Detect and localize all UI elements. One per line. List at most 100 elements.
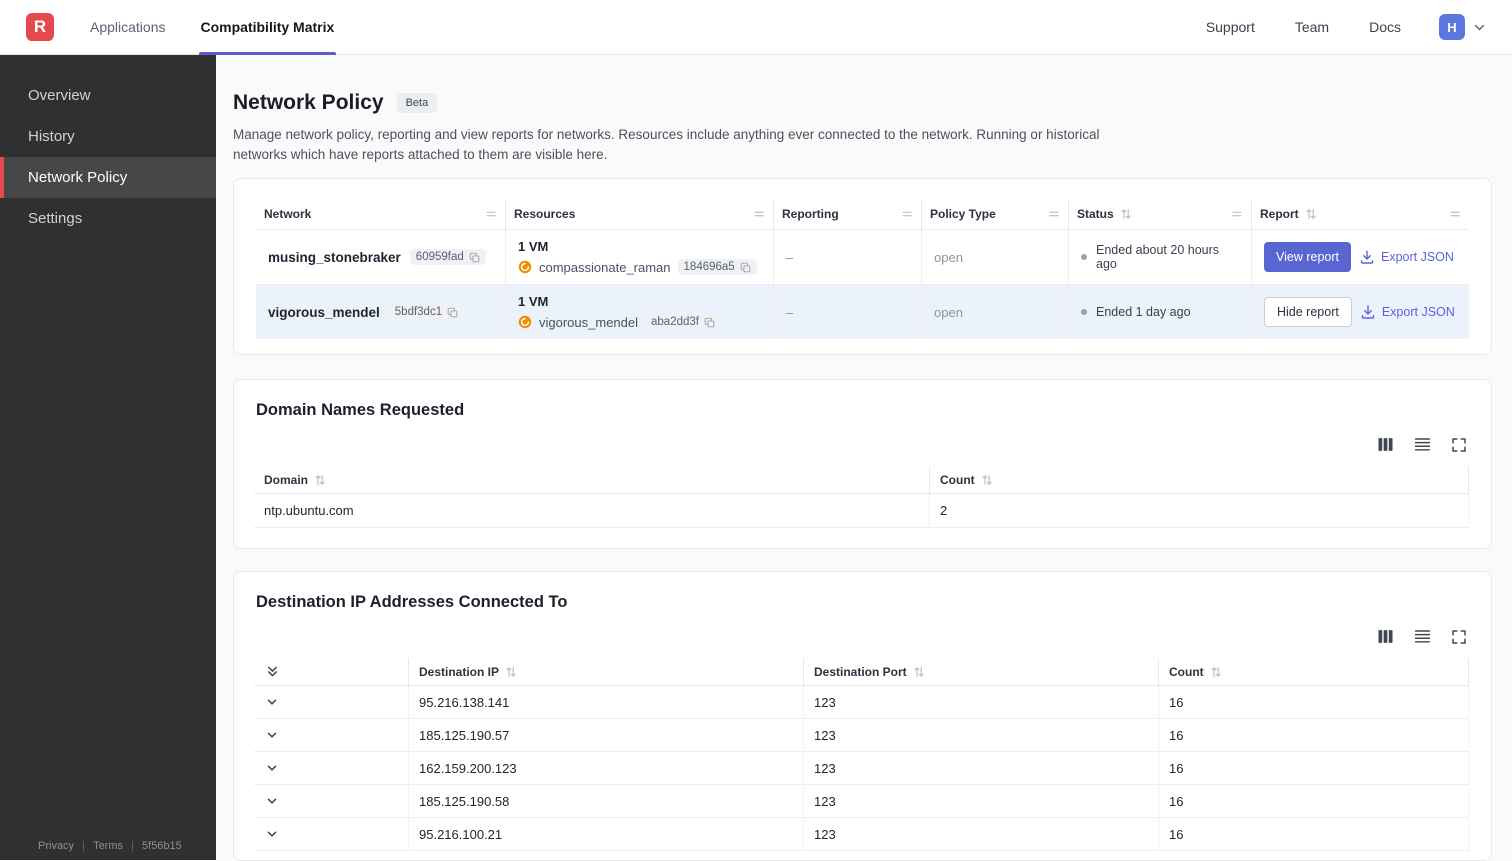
destination-ip-cell: 95.216.100.21 (409, 818, 804, 850)
sort-icon[interactable] (1210, 666, 1222, 678)
status-text: Ended 1 day ago (1096, 305, 1191, 319)
user-menu[interactable]: H (1439, 14, 1486, 40)
sort-icon[interactable] (981, 474, 993, 486)
hide-report-button[interactable]: Hide report (1264, 297, 1352, 327)
row-expand-icon[interactable] (264, 694, 280, 710)
destination-ip-cell: 185.125.190.58 (409, 785, 804, 817)
columns-icon[interactable] (1377, 436, 1394, 453)
view-report-button[interactable]: View report (1264, 242, 1351, 272)
row-expand-icon[interactable] (264, 826, 280, 842)
page-description: Manage network policy, reporting and vie… (233, 125, 1113, 164)
network-id-badge: 5bdf3dc1 (389, 304, 464, 320)
column-header-count[interactable]: Count (930, 466, 1469, 493)
destinations-table-header: Destination IP Destination Port Count (254, 658, 1469, 686)
destination-ips-card: Destination IP Addresses Connected To De… (233, 571, 1492, 861)
column-resize-handle-icon[interactable] (485, 208, 497, 220)
column-header-destination-ip[interactable]: Destination IP (409, 658, 804, 685)
domain-cell: ntp.ubuntu.com (254, 494, 930, 527)
destination-ip-cell: 162.159.200.123 (409, 752, 804, 784)
sort-icon[interactable] (1120, 208, 1132, 220)
destination-row: 162.159.200.123 123 16 (254, 752, 1469, 785)
destination-ip-cell: 185.125.190.57 (409, 719, 804, 751)
build-id: 5f56b15 (142, 840, 182, 852)
tab-compatibility-matrix[interactable]: Compatibility Matrix (201, 0, 335, 55)
destination-row: 95.216.138.141 123 16 (254, 686, 1469, 719)
nav-support-link[interactable]: Support (1206, 19, 1255, 35)
column-resize-handle-icon[interactable] (1449, 208, 1461, 220)
row-expand-icon[interactable] (264, 793, 280, 809)
resources-cell: 1 VM vigorous_mendel aba2dd3f (506, 285, 774, 339)
column-header-status: Status (1069, 199, 1252, 229)
fullscreen-icon[interactable] (1451, 437, 1467, 453)
domain-names-card: Domain Names Requested Domain Count ntp.… (233, 379, 1492, 549)
policy-type-cell: open (922, 285, 1069, 339)
network-id: 5bdf3dc1 (395, 306, 442, 318)
sort-icon[interactable] (913, 666, 925, 678)
sidebar-item-history[interactable]: History (0, 116, 216, 157)
row-expand-icon[interactable] (264, 727, 280, 743)
beta-badge: Beta (397, 93, 438, 113)
terms-link[interactable]: Terms (93, 840, 123, 852)
column-resize-handle-icon[interactable] (901, 208, 913, 220)
card-title: Domain Names Requested (256, 401, 1469, 420)
column-label: Reporting (782, 207, 839, 221)
card-title: Destination IP Addresses Connected To (256, 593, 1469, 612)
column-resize-handle-icon[interactable] (1231, 208, 1243, 220)
column-header-network: Network (256, 199, 506, 229)
nav-docs-link[interactable]: Docs (1369, 19, 1401, 35)
column-label: Status (1077, 207, 1114, 221)
sort-icon[interactable] (314, 474, 326, 486)
sidebar-item-settings[interactable]: Settings (0, 198, 216, 239)
tab-applications[interactable]: Applications (90, 0, 166, 55)
copy-icon[interactable] (704, 317, 715, 328)
expand-all-icon[interactable] (264, 663, 281, 680)
column-header-reporting: Reporting (774, 199, 922, 229)
status-cell: Ended 1 day ago (1069, 285, 1252, 339)
copy-icon[interactable] (740, 262, 751, 273)
network-row[interactable]: musing_stonebraker 60959fad 1 VM compass… (256, 229, 1469, 284)
row-density-icon[interactable] (1414, 436, 1431, 453)
fullscreen-icon[interactable] (1451, 629, 1467, 645)
copy-icon[interactable] (469, 252, 480, 263)
destination-row: 95.216.100.21 123 16 (254, 818, 1469, 851)
column-header-resources: Resources (506, 199, 774, 229)
column-header-count[interactable]: Count (1159, 658, 1469, 685)
count-cell: 16 (1159, 719, 1469, 751)
sort-icon[interactable] (505, 666, 517, 678)
export-json-link[interactable]: Export JSON (1360, 250, 1454, 264)
destination-row: 185.125.190.57 123 16 (254, 719, 1469, 752)
avatar: H (1439, 14, 1465, 40)
report-cell: View report Export JSON (1252, 230, 1469, 284)
destination-port-cell: 123 (804, 785, 1159, 817)
sidebar-item-overview[interactable]: Overview (0, 75, 216, 116)
sidebar-footer: Privacy Terms 5f56b15 (0, 840, 216, 860)
column-resize-handle-icon[interactable] (1048, 208, 1060, 220)
column-label: Network (264, 207, 311, 221)
nav-team-link[interactable]: Team (1295, 19, 1329, 35)
sidebar-item-network-policy[interactable]: Network Policy (0, 157, 216, 198)
row-density-icon[interactable] (1414, 628, 1431, 645)
export-json-link[interactable]: Export JSON (1361, 305, 1455, 319)
columns-icon[interactable] (1377, 628, 1394, 645)
network-row-selected[interactable]: vigorous_mendel 5bdf3dc1 1 VM vigorous_m… (256, 284, 1469, 339)
divider (83, 841, 84, 851)
column-header-report: Report (1252, 199, 1469, 229)
resources-cell: 1 VM compassionate_raman 184696a5 (506, 230, 774, 284)
table-toolbar (254, 628, 1467, 645)
copy-icon[interactable] (447, 307, 458, 318)
sort-icon[interactable] (1305, 208, 1317, 220)
download-icon (1360, 250, 1374, 264)
destination-port-cell: 123 (804, 719, 1159, 751)
privacy-link[interactable]: Privacy (38, 840, 74, 852)
column-header-destination-port[interactable]: Destination Port (804, 658, 1159, 685)
app-logo[interactable]: R (26, 13, 54, 41)
row-expand-icon[interactable] (264, 760, 280, 776)
network-cell: vigorous_mendel 5bdf3dc1 (256, 285, 506, 339)
destination-port-cell: 123 (804, 686, 1159, 718)
status-text: Ended about 20 hours ago (1096, 243, 1239, 271)
column-header-domain[interactable]: Domain (254, 466, 930, 493)
expander-cell (254, 818, 409, 850)
network-id-badge: 60959fad (410, 249, 486, 265)
column-resize-handle-icon[interactable] (753, 208, 765, 220)
vm-icon (518, 260, 532, 274)
